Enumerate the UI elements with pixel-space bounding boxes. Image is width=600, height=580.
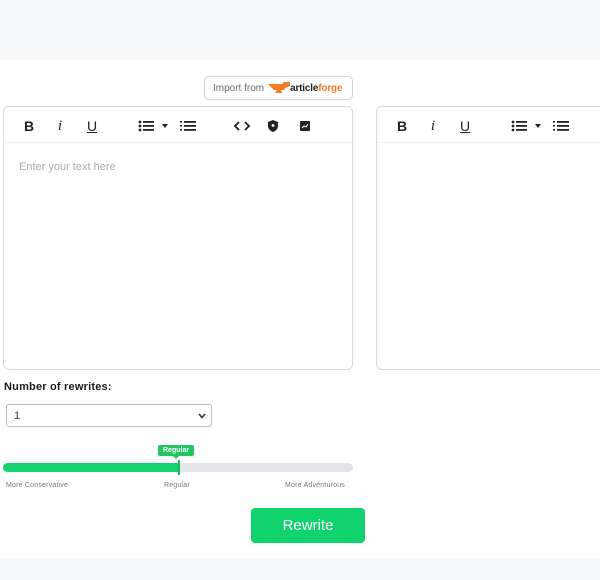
slider-handle[interactable] [178,460,180,475]
underline-button[interactable]: U [85,117,99,135]
slider-fill [3,463,179,472]
bullet-list-dropdown[interactable] [511,117,545,135]
output-editor[interactable]: B i U [376,106,600,370]
bullet-list-icon [511,120,541,132]
italic-button[interactable]: i [54,117,66,135]
brand-forge: forge [318,82,343,94]
numbered-list-icon [553,121,569,131]
numbered-list-button[interactable] [553,117,569,135]
chevron-down-icon [198,413,206,419]
slider-tooltip: Regular [158,445,195,459]
rewrite-button[interactable]: Rewrite [251,508,365,543]
numbered-list-icon [180,121,196,131]
image-button[interactable] [299,117,311,135]
bullet-list-dropdown[interactable] [138,117,172,135]
image-icon [300,121,310,131]
input-placeholder: Enter your text here [19,161,116,173]
bullet-list-icon [138,120,168,132]
input-editor-toolbar: B i U [4,107,352,143]
input-editor[interactable]: B i U Enter your text here [3,106,353,370]
brand-article: article [290,82,319,94]
creativity-slider[interactable] [3,460,353,475]
numbered-list-button[interactable] [180,117,196,135]
rewriter-panel: Import from article forge B i U Enter yo… [0,60,600,558]
shield-icon [268,120,278,132]
bold-button[interactable]: B [22,117,36,135]
underline-button[interactable]: U [458,117,472,135]
slider-label-regular: Regular [164,482,190,489]
code-icon [233,121,251,131]
bold-button[interactable]: B [395,117,409,135]
output-editor-toolbar: B i U [377,107,600,143]
slider-label-conservative: More Conservative [6,482,69,489]
rewrites-select[interactable]: 1 [6,404,212,427]
slider-label-adventurous: More Adventurous [285,482,346,489]
articleforge-logo: article forge [268,81,342,95]
import-from-articleforge-button[interactable]: Import from article forge [204,76,353,100]
italic-button[interactable]: i [427,117,439,135]
rewrites-selected-value: 1 [14,409,21,422]
protect-button[interactable] [267,117,279,135]
import-label: Import from [213,82,265,94]
anvil-icon [268,82,291,93]
rewrites-label: Number of rewrites: [4,381,112,393]
code-button[interactable] [233,117,251,135]
